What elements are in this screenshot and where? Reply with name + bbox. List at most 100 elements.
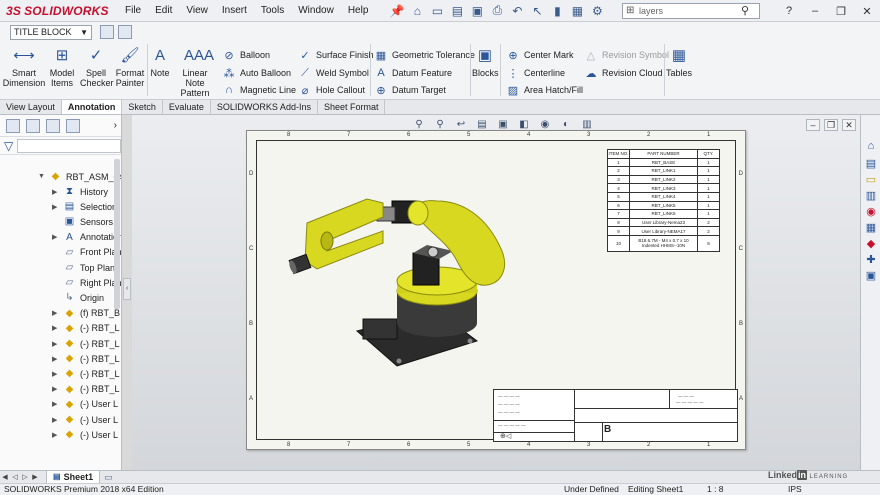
appearances-icon[interactable]: ◉	[864, 205, 878, 219]
solidworks-resources-icon[interactable]: ⌂	[864, 139, 878, 153]
doc-restore-icon[interactable]: ❐	[824, 119, 838, 131]
format-painter-button[interactable]: 🖌 Format Painter	[113, 46, 147, 88]
bom-row[interactable]: 5 RBT_LINK4 1	[607, 191, 720, 202]
select-cursor-icon[interactable]: ↖	[529, 3, 545, 19]
title-block[interactable]: — — — — — — — — — — — — — — — — — ⊕◁ — —…	[493, 389, 738, 442]
status-units[interactable]: IPS	[788, 484, 802, 495]
doc-close-icon[interactable]: ✕	[842, 119, 856, 131]
datum-target-button[interactable]: ⊕ Datum Target	[374, 83, 445, 97]
dim-xpert-tab-icon[interactable]	[66, 118, 80, 133]
tree-item[interactable]: ▶ ◆ (-) User L	[52, 412, 118, 427]
tree-filter-input[interactable]	[17, 138, 121, 153]
traffic-light-icon[interactable]: ▮	[549, 3, 565, 19]
chevron-right-icon[interactable]: ›	[114, 120, 117, 131]
title-block-select[interactable]: TITLE BLOCK ▼	[10, 25, 92, 40]
filter-icon[interactable]: ▽	[4, 139, 13, 153]
previous-sheet-icon[interactable]: ◁	[10, 473, 20, 481]
graphics-area[interactable]: ⚲ ⚲ ↩ ▤ ▣ ◧ ◉ ◐ ▥ – ❐ ✕ 8877665544332211…	[132, 115, 860, 470]
expand-arrow-icon[interactable]: ▶	[52, 324, 60, 332]
solidworks-logo[interactable]: 3S SOLIDWORKS	[0, 0, 118, 22]
view-palette-icon[interactable]: ▥	[864, 189, 878, 203]
options-gear-icon[interactable]: ⚙	[589, 3, 605, 19]
bom-row[interactable]: 7 RBT_LINK6 1	[607, 209, 720, 219]
sheet-metal-icon[interactable]: ✚	[864, 253, 878, 267]
close-icon[interactable]: ✕	[854, 5, 880, 18]
search-scope-icon[interactable]: ⊞	[626, 5, 634, 16]
spell-checker-button[interactable]: ✓ Spell Checker	[80, 46, 114, 88]
expand-arrow-icon[interactable]: ▶	[52, 400, 60, 408]
expand-arrow-icon[interactable]: ▶	[52, 431, 60, 439]
note-button[interactable]: A Note	[148, 46, 172, 78]
tree-item[interactable]: ▣ Sensors	[52, 214, 113, 229]
toolbox-icon[interactable]: ▣	[864, 269, 878, 283]
tree-item[interactable]: ▶ ◆ (-) User L	[52, 397, 118, 412]
status-scale[interactable]: 1 : 8	[707, 484, 724, 495]
expand-arrow-icon[interactable]: ▶	[52, 188, 60, 196]
print-icon[interactable]: ⎙	[489, 3, 505, 19]
config-manager-tab-icon[interactable]	[46, 118, 60, 133]
bom-row[interactable]: 1 RBT_BASE 1	[607, 157, 720, 168]
menu-window[interactable]: Window	[291, 5, 341, 16]
revision-cloud-button[interactable]: ☁ Revision Cloud	[584, 66, 663, 80]
bom-row[interactable]: 6 RBT_LINK5 1	[607, 200, 720, 211]
doc-minimize-icon[interactable]: –	[806, 119, 820, 131]
first-sheet-icon[interactable]: ◀	[0, 473, 10, 481]
tree-item[interactable]: ▶ ◆ (f) RBT_B	[52, 306, 120, 321]
expand-arrow-icon[interactable]: ▶	[52, 309, 60, 317]
expand-arrow-icon[interactable]: ▶	[52, 355, 60, 363]
sheet-tab-sheet1[interactable]: ▤ Sheet1	[46, 470, 101, 484]
robot-arm-model-view[interactable]	[287, 161, 527, 391]
geometric-tolerance-button[interactable]: ▦ Geometric Tolerance	[374, 48, 475, 62]
datum-feature-button[interactable]: A Datum Feature	[374, 66, 452, 80]
bom-row[interactable]: 10 B18.6.7M - M4 x 0.7 x 10 Indented HHMS…	[607, 234, 720, 252]
menu-file[interactable]: File	[118, 5, 148, 16]
tree-item[interactable]: ▶ ◆ (-) RBT_L	[52, 351, 120, 366]
tree-item[interactable]: ▶ ◆ (-) RBT_L	[52, 336, 120, 351]
tree-scrollbar[interactable]	[114, 159, 120, 309]
expand-arrow-icon[interactable]: ▶	[52, 203, 60, 211]
auto-balloon-button[interactable]: ⁂ Auto Balloon	[222, 66, 292, 80]
help-question-icon[interactable]: ?	[776, 5, 802, 17]
expand-arrow-icon[interactable]: ▶	[52, 233, 60, 241]
minimize-icon[interactable]: –	[802, 5, 828, 17]
tab-sketch[interactable]: Sketch	[122, 100, 163, 114]
weld-symbol-button[interactable]: ⟋ Weld Symbol	[298, 66, 369, 80]
bom-row[interactable]: 9 User Library-NEMA17 2	[607, 226, 720, 236]
bom-row[interactable]: 4 RBT_LINK3 1	[607, 183, 720, 193]
menu-insert[interactable]: Insert	[215, 5, 254, 16]
tree-item[interactable]: ▶ ◆ (-) User L	[52, 427, 118, 442]
expand-arrow-icon[interactable]: ▶	[52, 416, 60, 424]
last-sheet-icon[interactable]: ▶	[30, 473, 40, 481]
tab-annotation[interactable]: Annotation	[61, 100, 123, 114]
add-sheet-icon[interactable]: ▭	[104, 472, 113, 483]
magnetic-line-button[interactable]: ∩ Magnetic Line	[222, 83, 296, 97]
tree-item[interactable]: ▶ ◆ (-) RBT_L	[52, 366, 120, 381]
collapse-panel-handle[interactable]: ‹	[123, 278, 131, 300]
file-explorer-icon[interactable]: ▭	[864, 173, 878, 187]
home-icon[interactable]: ⌂	[409, 3, 425, 19]
menu-view[interactable]: View	[179, 5, 215, 16]
smart-dimension-button[interactable]: ⟷ Smart Dimension	[2, 46, 46, 88]
design-library-icon[interactable]: ▤	[864, 157, 878, 171]
linear-note-pattern-button[interactable]: AAA Linear Note Pattern	[172, 46, 218, 98]
tree-item[interactable]: ▶ ◆ (-) RBT_L	[52, 321, 120, 336]
tree-item[interactable]: ↳ Origin	[52, 290, 104, 305]
tree-item[interactable]: ▶ ◆ (-) RBT_L	[52, 382, 120, 397]
custom-properties-icon[interactable]: ▦	[864, 221, 878, 235]
bill-of-materials-table[interactable]: ITEM NO. PART NUMBER QTY. 1 RBT_BASE 1 2 RBT…	[607, 149, 720, 252]
hole-callout-button[interactable]: ⌀ Hole Callout	[298, 83, 365, 97]
blocks-button[interactable]: ▣ Blocks	[472, 46, 499, 78]
tree-item[interactable]: ▶AAnnotations	[52, 230, 121, 245]
tab-evaluate[interactable]: Evaluate	[163, 100, 211, 114]
tab-solidworks-add-ins[interactable]: SOLIDWORKS Add-Ins	[211, 100, 318, 114]
center-mark-button[interactable]: ⊕ Center Mark	[506, 48, 573, 62]
drawing-sheet[interactable]: 8877665544332211DDCCBBAA ITEM NO. PART N…	[246, 130, 746, 450]
tree-item[interactable]: ▱ Right Plane	[52, 275, 121, 290]
title-block-tool-icon[interactable]	[100, 25, 114, 39]
model-items-button[interactable]: ⊞ Model Items	[46, 46, 78, 88]
search-commands-input[interactable]: ⊞ layers ⚲	[622, 3, 760, 19]
new-document-icon[interactable]: ▭	[429, 3, 445, 19]
expand-arrow-icon[interactable]: ▶	[52, 340, 60, 348]
pin-icon[interactable]: 📌	[389, 3, 405, 19]
menu-help[interactable]: Help	[341, 5, 376, 16]
